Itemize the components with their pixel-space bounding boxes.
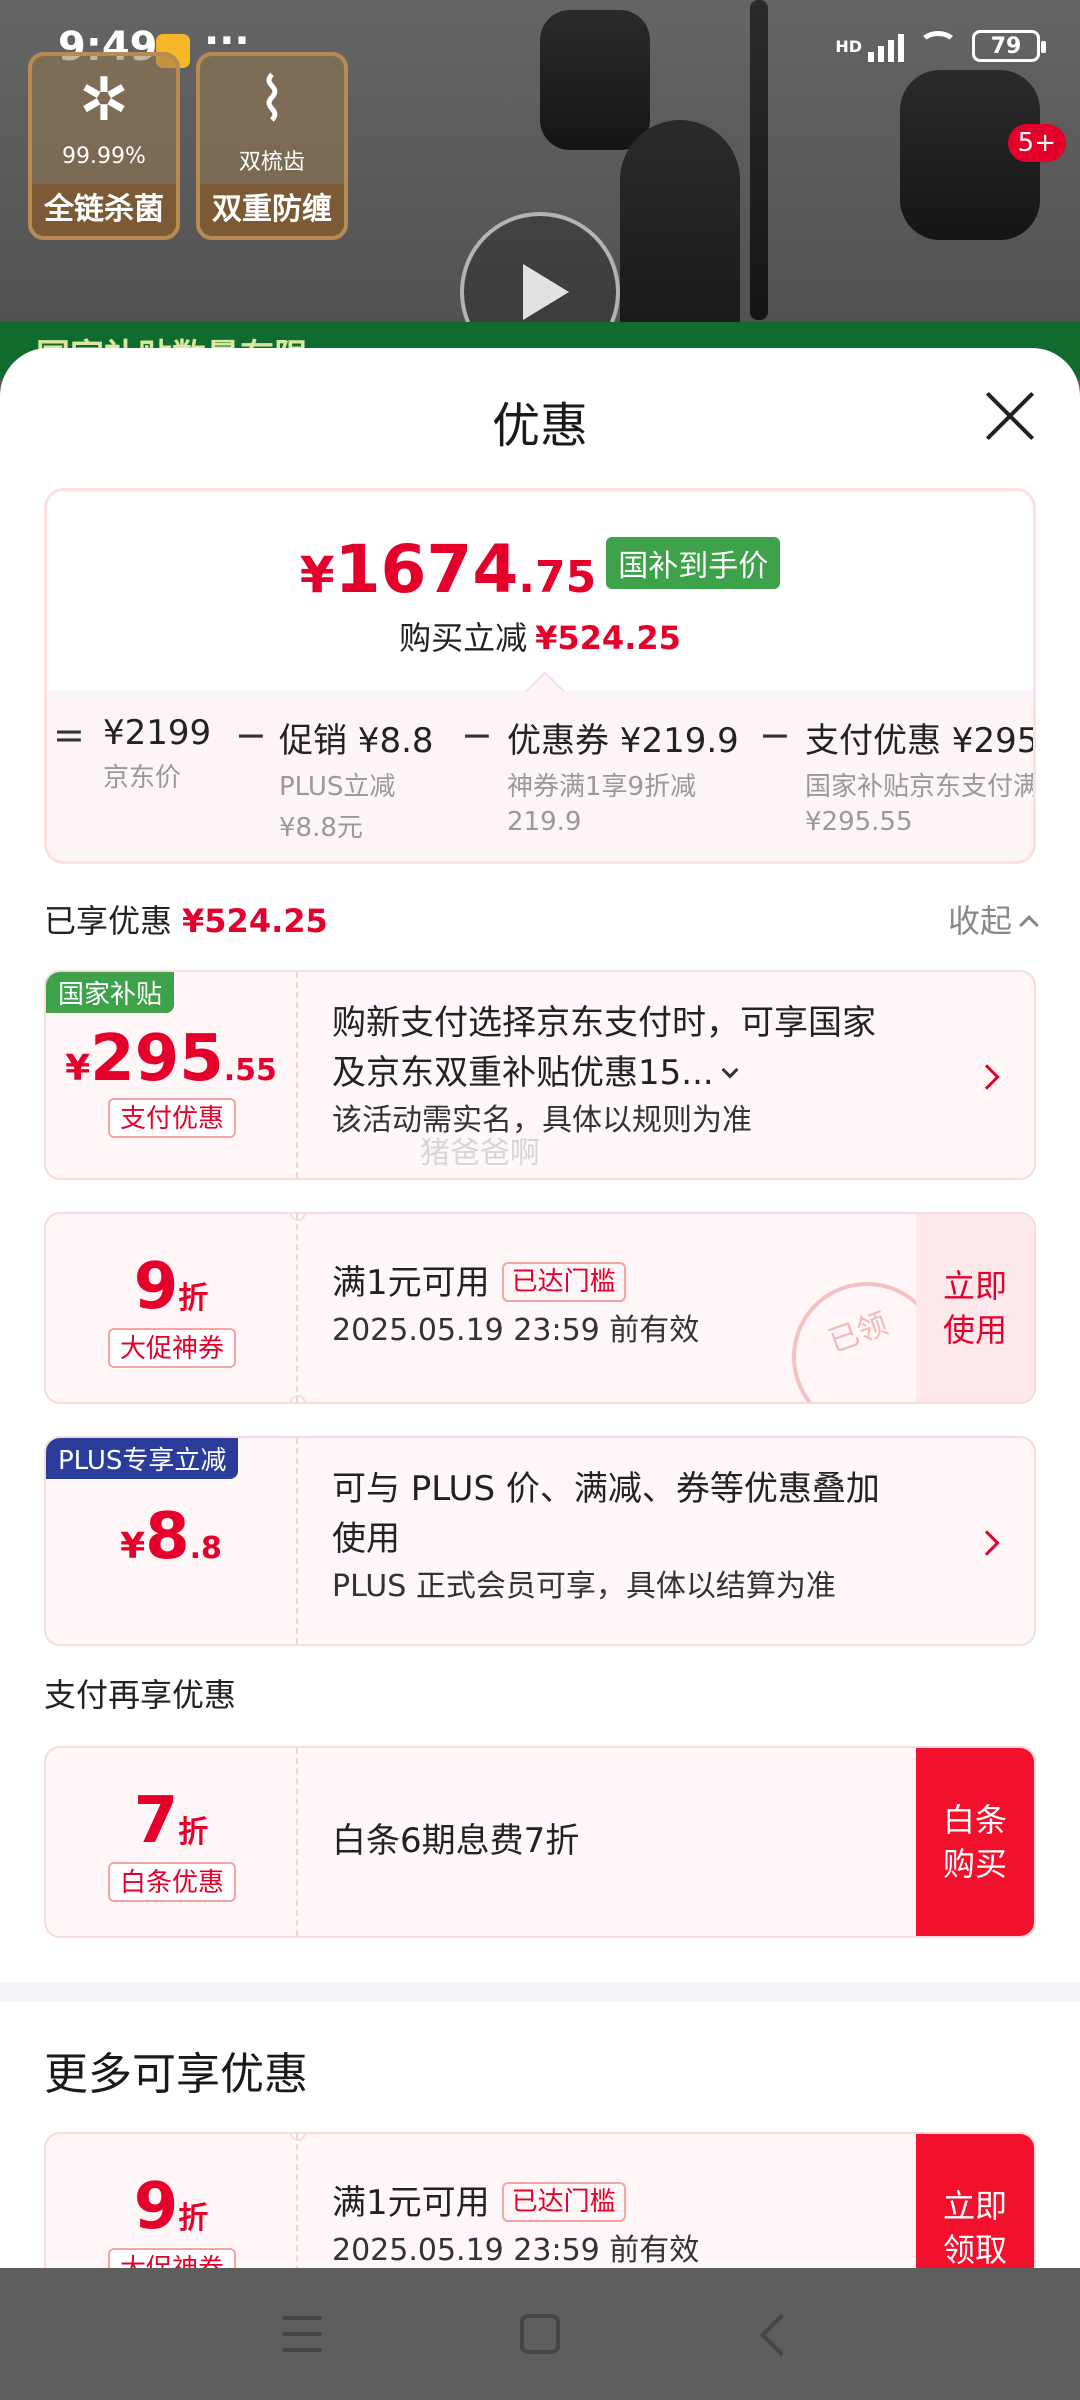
coupon-value: ¥8.8 (120, 1500, 222, 1574)
use-now-button[interactable]: 立即使用 (916, 1214, 1034, 1402)
comb-icon: ⌇ (257, 65, 287, 135)
image-count-badge: 5+ (1007, 124, 1066, 162)
more-discounts-title: 更多可享优惠 (44, 2049, 308, 2100)
battery-icon: 79 (972, 30, 1046, 62)
baitiao-buy-button[interactable]: 白条购买 (916, 1748, 1034, 1936)
subsidy-price-tag: 国补到手价 (606, 537, 781, 589)
play-icon (523, 264, 569, 320)
discount-sheet: 优惠 ¥1674.75 国补到手价 购买立减 ¥524.25 = ¥2199 京东价… (0, 348, 1080, 2268)
system-navigation-bar (0, 2268, 1080, 2400)
claim-now-button[interactable]: 立即领取 (916, 2134, 1034, 2268)
coupon-type-chip: 白条优惠 (108, 1862, 236, 1902)
breakdown-item-coupon: 优惠券 ¥219.9 神券满1享9折减 219.9 (507, 721, 739, 837)
payment-section-title: 支付再享优惠 (44, 1676, 237, 1714)
collapse-button[interactable]: 收起 (948, 896, 1039, 942)
watermark: 猪爸爸啊 (420, 1136, 540, 1171)
coupon-value: ¥295.55 (65, 1022, 277, 1096)
product-backdrop: 9:49 ··· HD 79 ✲ 99.99% 全链杀菌 ⌇ 双梳齿 双重防缠 … (0, 0, 1080, 380)
close-icon[interactable] (984, 390, 1036, 442)
chevron-right-icon (974, 1064, 1000, 1090)
threshold-reached-badge: 已达门槛 (501, 2182, 626, 2222)
coupon-value: 9折 (133, 1250, 209, 1324)
sheet-title: 优惠 (491, 398, 588, 454)
breakdown-item-payment: 支付优惠 ¥295.55 国家补贴京东支付满 ¥295.55 (805, 721, 1036, 837)
plus-member-discount[interactable]: PLUS专享立减 ¥8.8 可与 PLUS 价、满减、券等优惠叠加 使用 PLU… (44, 1436, 1036, 1646)
coupon-type-chip: 支付优惠 (108, 1098, 236, 1138)
network-label: HD (835, 36, 862, 56)
back-icon[interactable] (759, 2313, 803, 2357)
chevron-right-icon (974, 1530, 1000, 1556)
price-summary-card: ¥1674.75 国补到手价 购买立减 ¥524.25 = ¥2199 京东价 − … (44, 488, 1036, 864)
coupon-value: 7折 (133, 1784, 209, 1858)
promo-coupon-9-fold[interactable]: 9折 大促神券 满1元可用 已达门槛 2025.05.19 23:59 前有效 已… (44, 1212, 1036, 1404)
feature-badge-antitangle: ⌇ 双梳齿 双重防缠 (196, 52, 348, 240)
feature-badge-sterilize: ✲ 99.99% 全链杀菌 (28, 52, 180, 240)
battery-level: 79 (990, 33, 1022, 59)
final-price: ¥1674.75 国补到手价 (47, 531, 1033, 608)
enjoyed-discount-header: 已享优惠 ¥524.25 (44, 902, 328, 940)
coupon-type-chip: 大促神券 (108, 2248, 236, 2268)
price-breakdown[interactable]: = ¥2199 京东价 − 促销 ¥8.8 PLUS立减 ¥8.8元 − 优惠券… (47, 713, 1036, 843)
baitiao-coupon[interactable]: 7折 白条优惠 白条6期息费7折 白条购买 (44, 1746, 1036, 1938)
home-icon[interactable] (520, 2314, 560, 2354)
coupon-type-chip: 大促神券 (108, 1328, 236, 1368)
breakdown-item-base: ¥2199 京东价 (103, 713, 212, 793)
breakdown-item-promo: 促销 ¥8.8 PLUS立减 ¥8.8元 (279, 721, 434, 843)
chevron-up-icon (1019, 915, 1039, 935)
virus-icon: ✲ (78, 65, 130, 135)
signal-icon (868, 30, 904, 62)
wifi-icon (918, 31, 958, 61)
claimable-coupon-9-fold[interactable]: 9折 大促神券 满1元可用已达门槛 2025.05.19 23:59 前有效 立… (44, 2132, 1036, 2268)
instant-discount: 购买立减 ¥524.25 (399, 619, 681, 657)
coupon-value: 9折 (133, 2170, 209, 2244)
national-subsidy-coupon[interactable]: 国家补贴 ¥295.55 支付优惠 购新支付选择京东支付时，可享国家 及京东双重… (44, 970, 1036, 1180)
coupon-corner-label: 国家补贴 (46, 972, 175, 1013)
expand-chevron-icon[interactable] (721, 1061, 739, 1079)
recent-apps-icon[interactable] (282, 2316, 322, 2352)
threshold-reached-badge: 已达门槛 (501, 1262, 626, 1302)
coupon-corner-label: PLUS专享立减 (46, 1438, 239, 1479)
